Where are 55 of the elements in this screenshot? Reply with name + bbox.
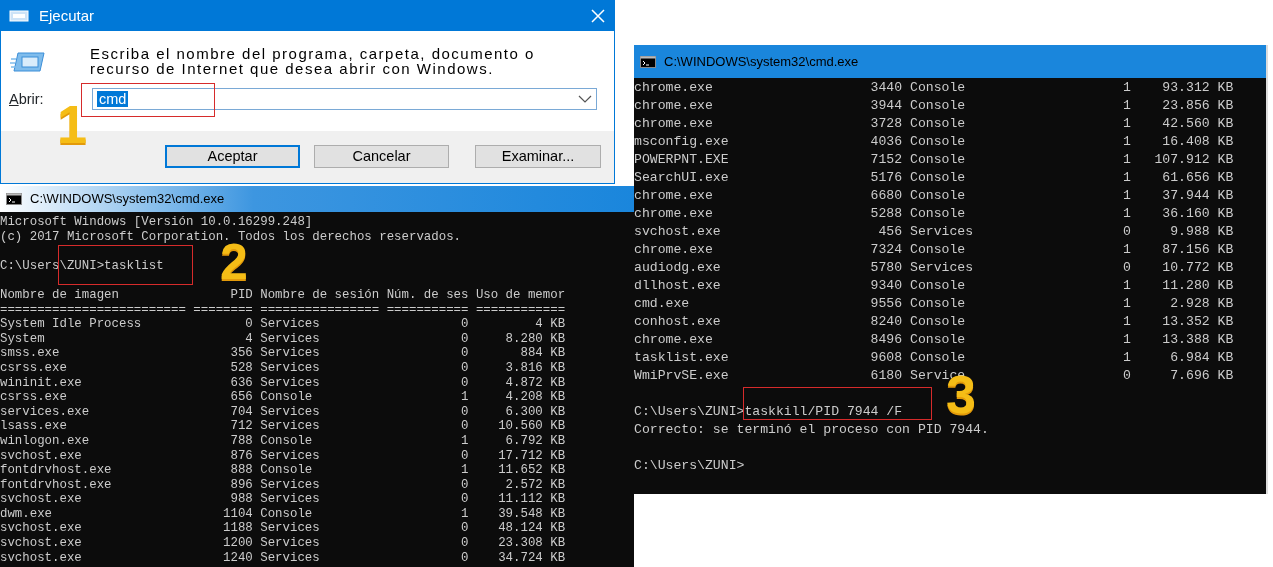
field-label: Abrir: xyxy=(9,90,44,109)
process-row: audiodg.exe 5780 Services 0 10.772 KB xyxy=(634,259,1234,277)
process-row: chrome.exe 3440 Console 1 93.312 KB xyxy=(634,79,1234,97)
process-row: winlogon.exe 788 Console 1 6.792 KB xyxy=(0,433,566,449)
window-icon xyxy=(9,9,29,23)
console-line: (c) 2017 Microsoft Corporation. Todos los derechos reservados. xyxy=(0,229,461,244)
window-title: C:\WINDOWS\system32\cmd.exe xyxy=(664,52,859,71)
process-row: fontdrvhost.exe 896 Services 0 2.572 KB xyxy=(0,477,566,493)
console-line: C:\Users\ZUNI> xyxy=(634,457,745,475)
process-row: svchost.exe 1188 Services 0 48.124 KB xyxy=(0,521,566,537)
dialog-button[interactable]: Cancelar xyxy=(314,145,449,168)
process-row: fontdrvhost.exe 888 Console 1 11.652 KB xyxy=(0,463,566,478)
process-row: lsass.exe 712 Services 0 10.560 KB xyxy=(0,419,566,434)
process-row: msconfig.exe 4036 Console 1 16.408 KB xyxy=(634,133,1234,151)
process-row: chrome.exe 7324 Console 1 87.156 KB xyxy=(634,241,1234,259)
process-row: SearchUI.exe 5176 Console 1 61.656 KB xyxy=(634,169,1234,187)
description-text: Escriba el nombre del programa, carpeta, documento o recurso de Internet que desea abrir con Windows. xyxy=(90,46,536,76)
process-row: dwm.exe 1104 Console 1 39.548 KB xyxy=(0,506,566,522)
process-row: svchost.exe 1240 Services 0 34.724 KB xyxy=(0,550,566,566)
process-row: dllhost.exe 9340 Console 1 11.280 KB xyxy=(634,277,1234,295)
process-row: services.exe 704 Services 0 6.300 KB xyxy=(0,404,566,420)
process-row: cmd.exe 9556 Console 1 2.928 KB xyxy=(634,295,1234,313)
process-row: chrome.exe 3728 Console 1 42.560 KB xyxy=(634,115,1234,133)
process-row: svchost.exe 988 Services 0 11.112 KB xyxy=(0,492,566,507)
process-row: svchost.exe 1200 Services 0 23.308 KB xyxy=(0,536,566,551)
process-row: tasklist.exe 9608 Console 1 6.984 KB xyxy=(634,349,1234,367)
process-row: chrome.exe 3944 Console 1 23.856 KB xyxy=(634,97,1234,115)
window-title: Ejecutar xyxy=(39,5,96,26)
open-combo-field[interactable]: cmd xyxy=(92,88,597,110)
step-number: 1 xyxy=(57,97,88,151)
process-row: chrome.exe 5288 Console 1 36.160 KB xyxy=(634,205,1234,223)
console-icon xyxy=(640,55,656,68)
process-row: POWERPNT.EXE 7152 Console 1 107.912 KB xyxy=(634,151,1234,169)
process-row: System Idle Process 0 Services 0 4 KB xyxy=(0,317,566,332)
process-row: chrome.exe 6680 Console 1 37.944 KB xyxy=(634,187,1234,205)
process-row: chrome.exe 8496 Console 1 13.388 KB xyxy=(634,331,1234,349)
process-row: svchost.exe 876 Services 0 17.712 KB xyxy=(0,448,566,464)
console-line: Microsoft Windows [Versión 10.0.16299.248] xyxy=(0,215,313,230)
process-row: conhost.exe 8240 Console 1 13.352 KB xyxy=(634,313,1234,331)
run-icon xyxy=(10,51,46,73)
chevron-down-icon xyxy=(578,95,592,103)
process-row: csrss.exe 656 Console 1 4.208 KB xyxy=(0,390,566,405)
console-icon xyxy=(6,193,22,205)
process-row: wininit.exe 636 Services 0 4.872 KB xyxy=(0,375,566,391)
console-line: ========================= ======== ================ =========== ============ xyxy=(0,302,566,318)
process-row: System 4 Services 0 8.280 KB xyxy=(0,331,566,347)
process-row: csrss.exe 528 Services 0 3.816 KB xyxy=(0,360,566,376)
close-icon[interactable] xyxy=(590,8,606,24)
process-row: svchost.exe 456 Services 0 9.988 KB xyxy=(634,223,1234,241)
dialog-button[interactable]: Aceptar xyxy=(165,145,300,168)
dialog-button[interactable]: Examinar... xyxy=(475,145,601,168)
column-header-line: Nombre de imagen PID Nombre de sesión Núm. de ses Uso de memor xyxy=(0,287,566,303)
process-row: smss.exe 356 Services 0 884 KB xyxy=(0,346,566,361)
window-title: C:\WINDOWS\system32\cmd.exe xyxy=(30,190,225,209)
console-line: Correcto: se terminó el proceso con PID 7944. xyxy=(634,421,989,439)
